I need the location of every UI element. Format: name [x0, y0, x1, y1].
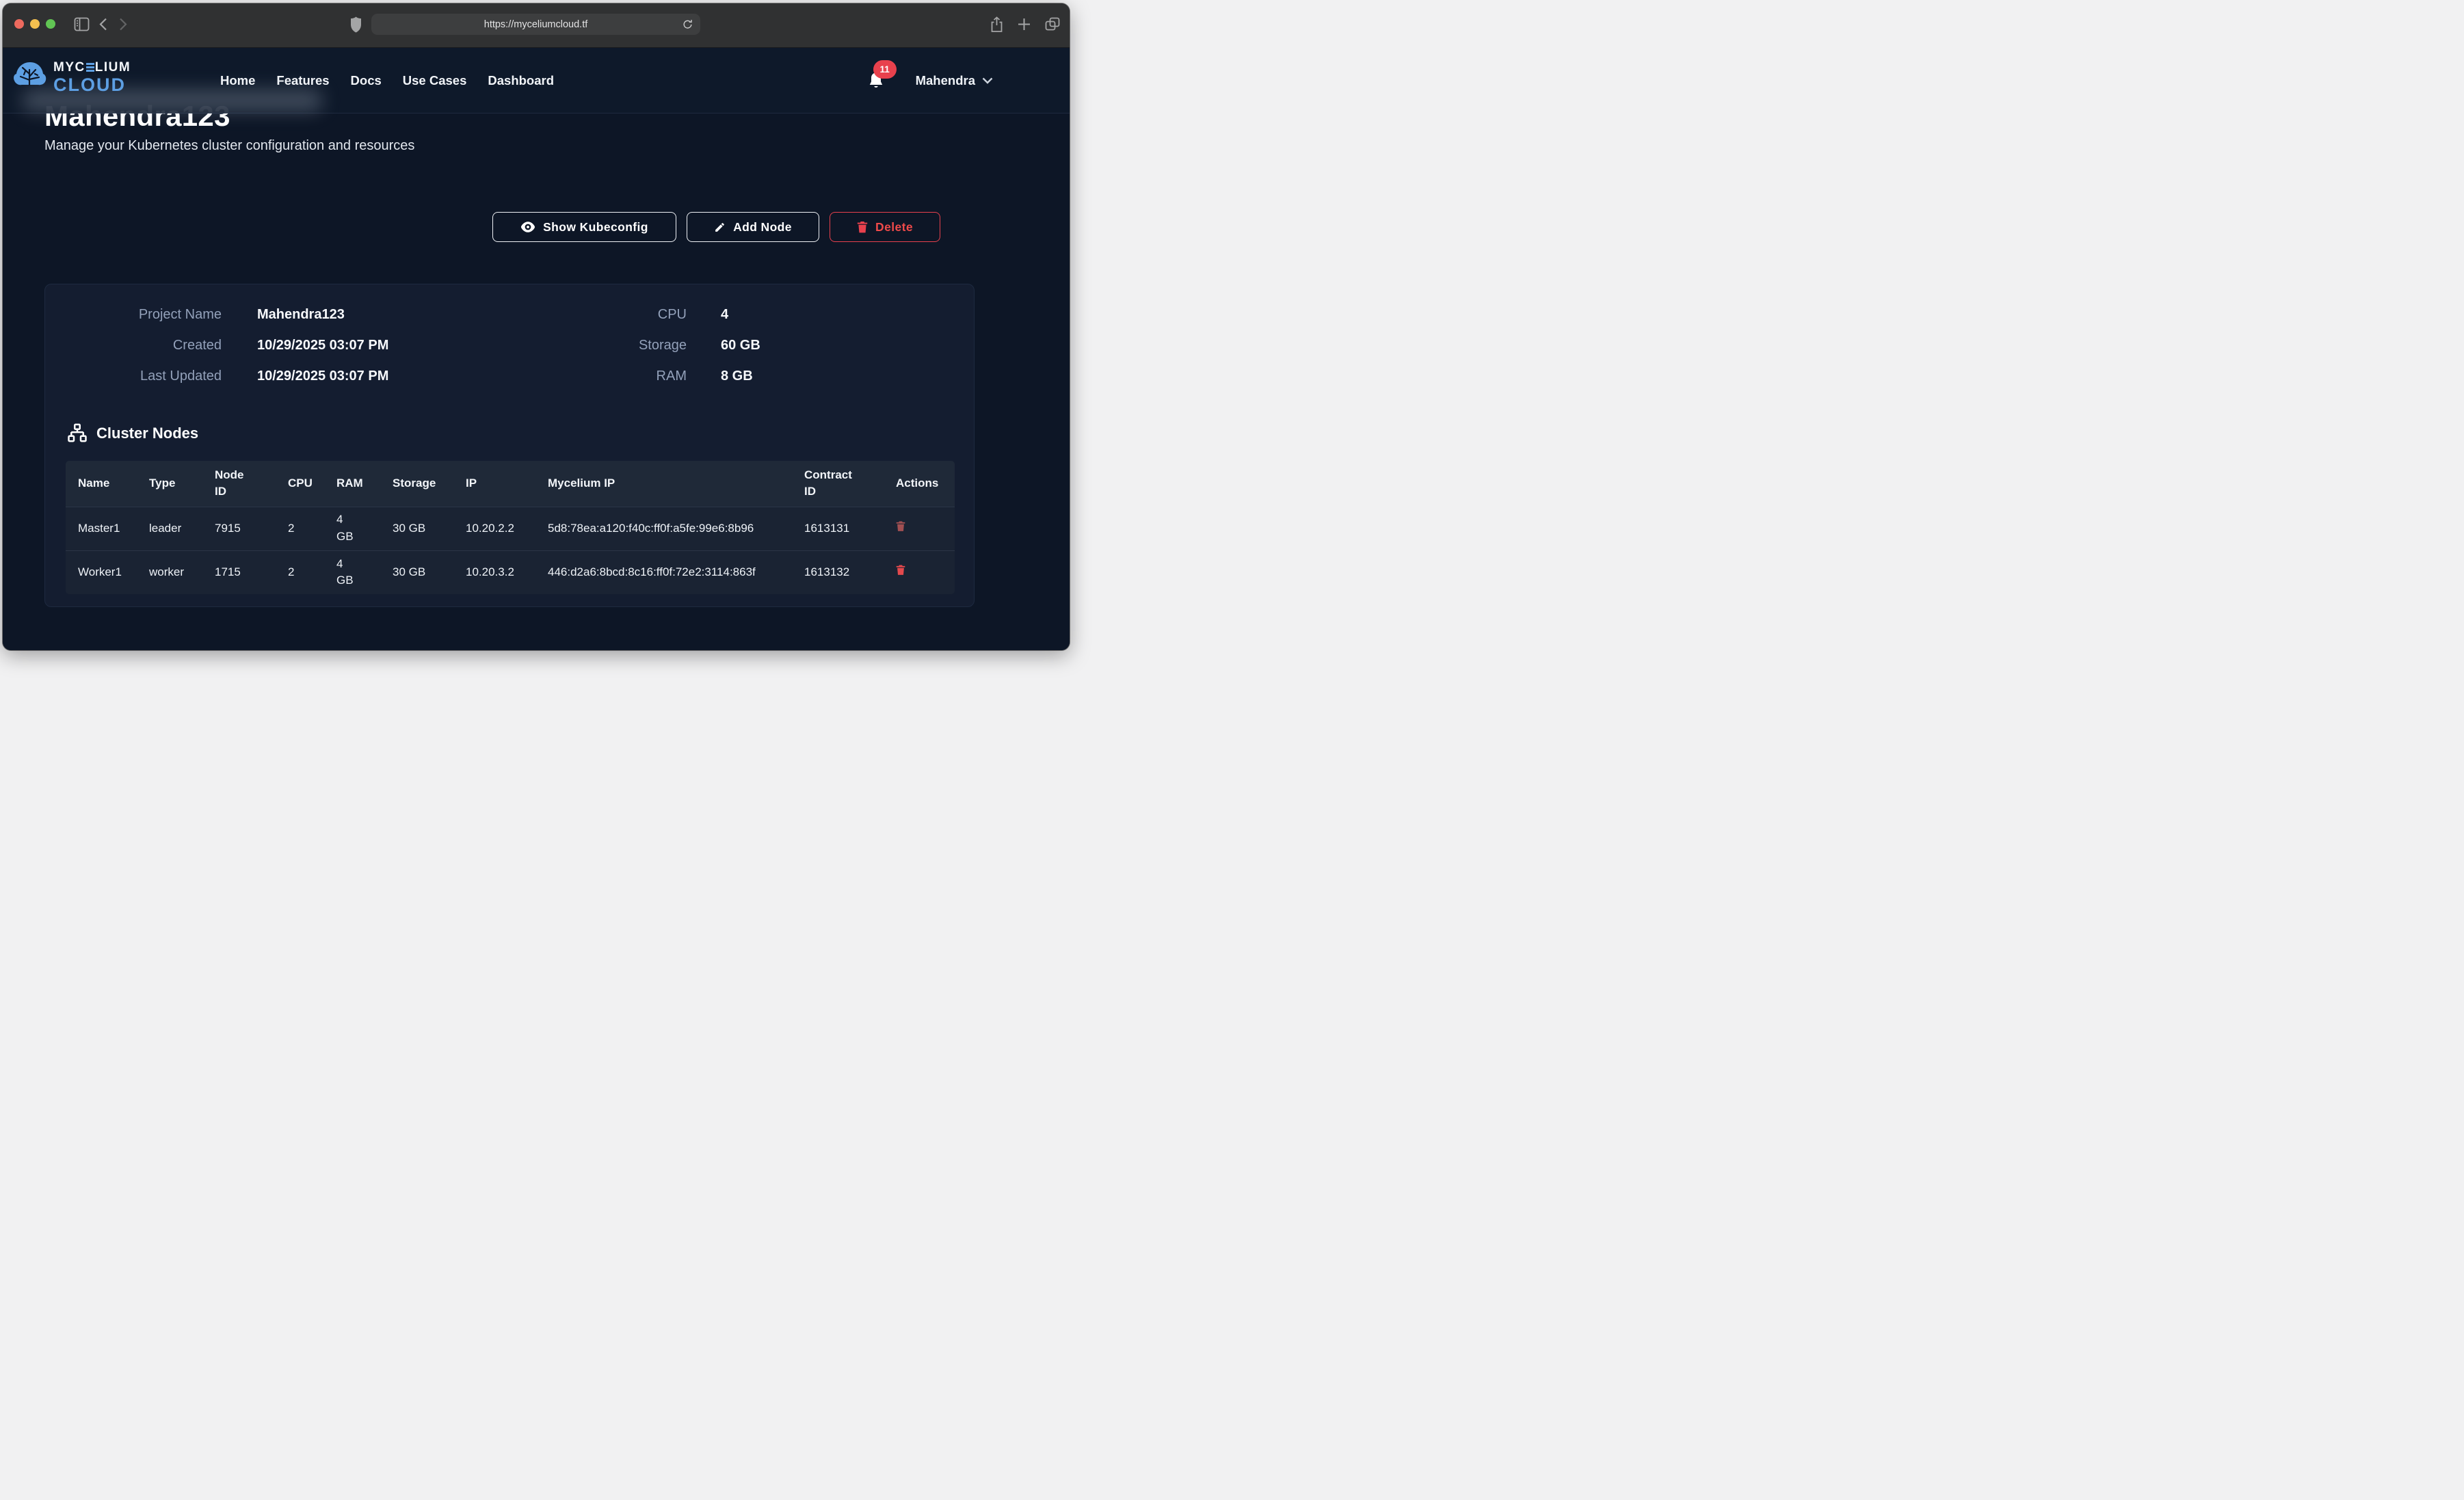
cell-node-id: 1715: [202, 550, 276, 594]
table-row: Master1 leader 7915 2 4 GB 30 GB 10.20.2…: [66, 507, 955, 550]
cluster-nodes-heading: Cluster Nodes: [67, 423, 198, 444]
page-subtitle: Manage your Kubernetes cluster configura…: [44, 138, 414, 154]
browser-window: https://myceliumcloud.tf Mahendra123: [3, 3, 1070, 650]
info-value-project-name: Mahendra123: [222, 307, 475, 323]
browser-toolbar: https://myceliumcloud.tf: [3, 3, 1070, 48]
logo-text-cloud: CLOUD: [53, 76, 131, 94]
info-value-ram: 8 GB: [687, 369, 974, 384]
tab-overview-icon[interactable]: [1045, 17, 1060, 31]
cell-ip: 10.20.3.2: [453, 550, 535, 594]
cell-type: leader: [137, 507, 202, 550]
pencil-icon: [714, 222, 726, 233]
eye-icon: [520, 221, 535, 233]
info-label-ram: RAM: [475, 369, 687, 384]
traffic-lights: [14, 19, 55, 29]
sidebar-toggle-icon[interactable]: [74, 17, 90, 31]
share-icon[interactable]: [990, 16, 1003, 33]
cell-ram: 4 GB: [324, 507, 380, 550]
cell-name: Worker1: [66, 550, 137, 594]
cluster-details-card: Project Name Mahendra123 CPU 4 Created 1…: [44, 284, 975, 607]
col-header-node-id: Node ID: [202, 461, 276, 507]
info-label-storage: Storage: [475, 338, 687, 353]
cell-name: Master1: [66, 507, 137, 550]
nodes-table: Name Type Node ID CPU RAM Storage IP Myc…: [66, 461, 955, 594]
cell-ip: 10.20.2.2: [453, 507, 535, 550]
col-header-contract-id: Contract ID: [792, 461, 884, 507]
nav-link-features[interactable]: Features: [276, 73, 329, 88]
logo-e-bars-icon: [86, 63, 94, 72]
cell-cpu: 2: [276, 507, 324, 550]
add-node-button[interactable]: Add Node: [687, 212, 819, 242]
col-header-type: Type: [137, 461, 202, 507]
logo-text-mycelium: MYCLIUM: [53, 61, 131, 74]
info-label-cpu: CPU: [475, 307, 687, 323]
back-icon[interactable]: [99, 18, 107, 31]
nav-link-home[interactable]: Home: [220, 73, 255, 88]
cell-type: worker: [137, 550, 202, 594]
project-info-grid: Project Name Mahendra123 CPU 4 Created 1…: [45, 299, 974, 392]
info-value-created: 10/29/2025 03:07 PM: [222, 338, 475, 353]
trash-icon: [896, 564, 905, 576]
info-label-last-updated: Last Updated: [45, 369, 222, 384]
info-label-created: Created: [45, 338, 222, 353]
url-text: https://myceliumcloud.tf: [484, 19, 588, 30]
nav-link-dashboard[interactable]: Dashboard: [488, 73, 554, 88]
info-label-project-name: Project Name: [45, 307, 222, 323]
shield-icon[interactable]: [350, 16, 362, 33]
cluster-nodes-title: Cluster Nodes: [96, 425, 198, 442]
address-bar[interactable]: https://myceliumcloud.tf: [371, 14, 700, 35]
cell-mycelium-ip: 5d8:78ea:a120:f40c:ff0f:a5fe:99e6:8b96: [535, 507, 792, 550]
chevron-down-icon: [982, 77, 993, 84]
col-header-actions: Actions: [884, 461, 955, 507]
cell-contract-id: 1613131: [792, 507, 884, 550]
notifications-bell-icon[interactable]: 11: [868, 72, 884, 90]
info-value-storage: 60 GB: [687, 338, 974, 353]
site-navbar: MYCLIUM CLOUD Home Features Docs Use Cas…: [3, 48, 1070, 113]
close-window-button[interactable]: [14, 19, 24, 29]
nav-link-use-cases[interactable]: Use Cases: [403, 73, 467, 88]
delete-node-button[interactable]: [896, 520, 905, 534]
cluster-actions: Show Kubeconfig Add Node Delete: [492, 212, 940, 242]
delete-cluster-button[interactable]: Delete: [830, 212, 940, 242]
trash-icon: [896, 520, 905, 532]
cell-actions: [884, 507, 955, 550]
site-logo[interactable]: MYCLIUM CLOUD: [12, 60, 131, 95]
reload-icon[interactable]: [682, 18, 693, 33]
trash-icon: [857, 221, 868, 233]
col-header-mycelium-ip: Mycelium IP: [535, 461, 792, 507]
col-header-cpu: CPU: [276, 461, 324, 507]
mycelium-logo-icon: [12, 60, 48, 95]
zoom-window-button[interactable]: [46, 19, 55, 29]
nav-links: Home Features Docs Use Cases Dashboard: [220, 48, 554, 113]
table-row: Worker1 worker 1715 2 4 GB 30 GB 10.20.3…: [66, 550, 955, 594]
minimize-window-button[interactable]: [30, 19, 40, 29]
cell-actions: [884, 550, 955, 594]
user-name: Mahendra: [916, 73, 975, 88]
delete-node-button[interactable]: [896, 564, 905, 578]
cell-node-id: 7915: [202, 507, 276, 550]
cell-ram: 4 GB: [324, 550, 380, 594]
new-tab-icon[interactable]: [1018, 18, 1031, 31]
col-header-ram: RAM: [324, 461, 380, 507]
table-header-row: Name Type Node ID CPU RAM Storage IP Myc…: [66, 461, 955, 507]
show-kubeconfig-button[interactable]: Show Kubeconfig: [492, 212, 676, 242]
info-value-last-updated: 10/29/2025 03:07 PM: [222, 369, 475, 384]
col-header-ip: IP: [453, 461, 535, 507]
nav-link-docs[interactable]: Docs: [351, 73, 382, 88]
col-header-storage: Storage: [380, 461, 453, 507]
user-menu[interactable]: Mahendra: [916, 73, 993, 88]
cell-mycelium-ip: 446:d2a6:8bcd:8c16:ff0f:72e2:3114:863f: [535, 550, 792, 594]
cell-contract-id: 1613132: [792, 550, 884, 594]
notification-count-badge: 11: [873, 60, 897, 79]
network-nodes-icon: [67, 423, 88, 444]
page-content: Mahendra123 MYCLIUM CLOUD: [3, 48, 1070, 650]
cell-storage: 30 GB: [380, 507, 453, 550]
info-value-cpu: 4: [687, 307, 974, 323]
cell-storage: 30 GB: [380, 550, 453, 594]
cell-cpu: 2: [276, 550, 324, 594]
nav-right: 11 Mahendra: [868, 48, 993, 113]
forward-icon[interactable]: [119, 18, 127, 31]
col-header-name: Name: [66, 461, 137, 507]
